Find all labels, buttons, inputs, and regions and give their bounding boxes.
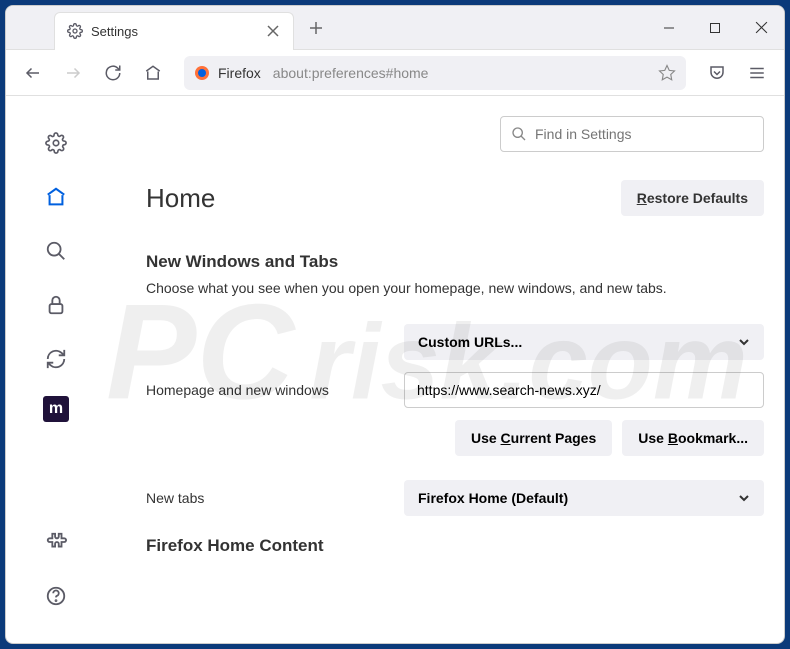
back-button[interactable]: [16, 56, 50, 90]
use-current-pages-button[interactable]: Use Current Pages: [455, 420, 612, 456]
url-bar[interactable]: Firefox about:preferences#home: [184, 56, 686, 90]
newtabs-select-label: Firefox Home (Default): [418, 490, 568, 506]
sidebar-extensions[interactable]: [39, 525, 73, 559]
newtabs-label: New tabs: [146, 490, 404, 506]
toolbar: Firefox about:preferences#home: [6, 50, 784, 96]
homepage-select[interactable]: Custom URLs...: [404, 324, 764, 360]
reload-button[interactable]: [96, 56, 130, 90]
minimize-button[interactable]: [646, 6, 692, 50]
close-icon[interactable]: [265, 23, 281, 39]
section-title-2: Firefox Home Content: [146, 536, 764, 556]
tab-title: Settings: [91, 24, 257, 39]
gear-icon: [67, 23, 83, 39]
sidebar-privacy[interactable]: [39, 288, 73, 322]
homepage-label: Homepage and new windows: [146, 382, 404, 398]
close-window-button[interactable]: [738, 6, 784, 50]
section-desc: Choose what you see when you open your h…: [146, 280, 764, 296]
search-icon: [511, 126, 527, 142]
chevron-down-icon: [738, 336, 750, 348]
homepage-url-input[interactable]: [404, 372, 764, 408]
chevron-down-icon: [738, 492, 750, 504]
newtabs-select[interactable]: Firefox Home (Default): [404, 480, 764, 516]
search-input[interactable]: [535, 126, 753, 142]
maximize-button[interactable]: [692, 6, 738, 50]
firefox-icon: [194, 65, 210, 81]
sidebar-general[interactable]: [39, 126, 73, 160]
restore-defaults-button[interactable]: Restore Defaults: [621, 180, 764, 216]
bookmark-star-icon[interactable]: [658, 64, 676, 82]
pocket-button[interactable]: [700, 56, 734, 90]
browser-tab[interactable]: Settings: [54, 12, 294, 50]
page-title: Home: [146, 183, 215, 214]
forward-button[interactable]: [56, 56, 90, 90]
sidebar-search[interactable]: [39, 234, 73, 268]
use-bookmark-button[interactable]: Use Bookmark...: [622, 420, 764, 456]
urlbar-url: about:preferences#home: [273, 65, 429, 81]
home-toolbar-button[interactable]: [136, 56, 170, 90]
app-menu-button[interactable]: [740, 56, 774, 90]
new-tab-button[interactable]: [300, 12, 332, 44]
find-in-settings[interactable]: [500, 116, 764, 152]
titlebar: Settings: [6, 6, 784, 50]
window-controls: [646, 6, 784, 50]
section-title: New Windows and Tabs: [146, 252, 764, 272]
sidebar-help[interactable]: [39, 579, 73, 613]
sidebar-more-mozilla[interactable]: m: [43, 396, 69, 422]
urlbar-label: Firefox: [218, 65, 261, 81]
sidebar-home[interactable]: [39, 180, 73, 214]
homepage-select-label: Custom URLs...: [418, 334, 522, 350]
sidebar: m: [6, 96, 106, 643]
sidebar-sync[interactable]: [39, 342, 73, 376]
